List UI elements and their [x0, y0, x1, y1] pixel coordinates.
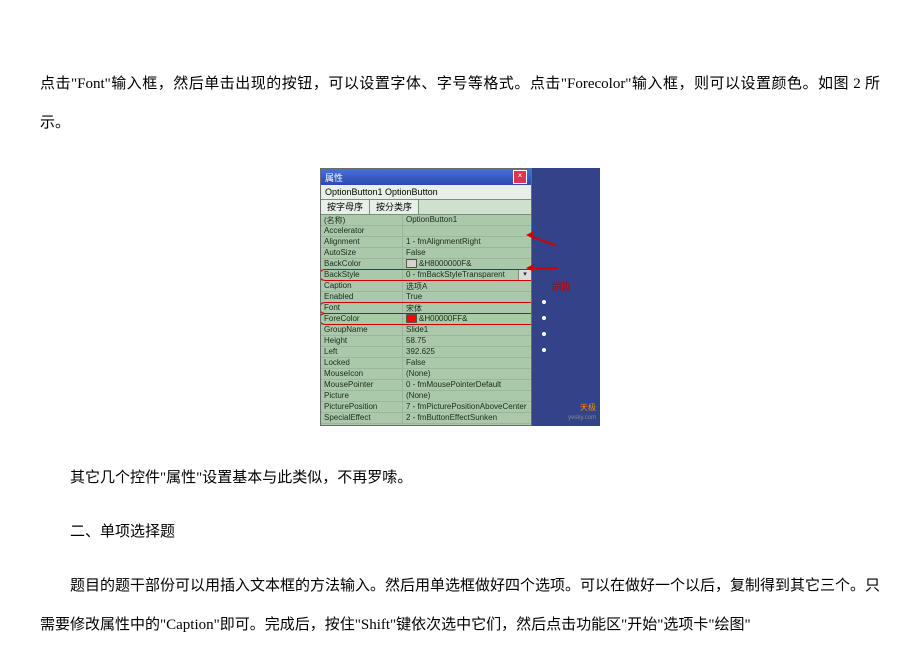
property-row[interactable]: ForeColor&H00000FF& [321, 314, 531, 325]
property-value[interactable]: False [403, 248, 531, 258]
object-selector[interactable]: OptionButton1 OptionButton [321, 185, 531, 200]
slide-preview: 示例 天极 yesky.com [532, 168, 600, 426]
property-name: Font [321, 303, 403, 313]
property-row[interactable]: Picture(None) [321, 391, 531, 402]
property-value[interactable]: False [403, 358, 531, 368]
property-value[interactable]: &H8000000F& [403, 259, 531, 269]
watermark-top: 天极 [580, 403, 596, 412]
property-value[interactable]: 1 - fmAlignmentRight [403, 237, 531, 247]
property-value[interactable]: 0 - fmMousePointerDefault [403, 380, 531, 390]
property-row[interactable]: Caption选项A [321, 281, 531, 292]
property-name: (名称) [321, 215, 403, 225]
properties-window: 属性 × OptionButton1 OptionButton 按字母序 按分类… [320, 168, 532, 426]
property-name: GroupName [321, 325, 403, 335]
watermark-logo: 天极 yesky.com [568, 404, 596, 422]
property-name: Locked [321, 358, 403, 368]
property-value[interactable]: OptionButton1 [403, 215, 531, 225]
property-row[interactable]: MouseIcon(None) [321, 369, 531, 380]
property-name: AutoSize [321, 248, 403, 258]
property-value[interactable]: 宋体 [403, 303, 531, 313]
property-value[interactable]: 1 - fmTextAlignLeft [403, 424, 531, 425]
property-row[interactable]: SpecialEffect2 - fmButtonEffectSunken [321, 413, 531, 424]
properties-title: 属性 [325, 171, 343, 184]
color-swatch-icon [406, 259, 417, 268]
property-row[interactable]: LockedFalse [321, 358, 531, 369]
property-row[interactable]: Left392.625 [321, 347, 531, 358]
property-name: TextAlign [321, 424, 403, 425]
property-name: Alignment [321, 237, 403, 247]
properties-grid: (名称)OptionButton1AcceleratorAlignment1 -… [321, 215, 531, 425]
paragraph-font-forecolor: 点击"Font"输入框，然后单击出现的按钮，可以设置字体、字号等格式。点击"Fo… [40, 65, 880, 143]
property-value[interactable]: &H00000FF& [403, 314, 531, 324]
radio-handles [542, 288, 546, 364]
property-name: ForeColor [321, 314, 403, 324]
property-value[interactable]: (None) [403, 369, 531, 379]
property-row[interactable]: Height58.75 [321, 336, 531, 347]
tab-alphabetic[interactable]: 按字母序 [321, 200, 370, 214]
property-row[interactable]: AutoSizeFalse [321, 248, 531, 259]
paragraph-other-ctrls: 其它几个控件"属性"设置基本与此类似，不再罗嗦。 [40, 459, 880, 498]
property-name: MousePointer [321, 380, 403, 390]
property-value[interactable]: 选项A [403, 281, 531, 291]
tab-categorized[interactable]: 按分类序 [370, 200, 419, 214]
property-row[interactable]: MousePointer0 - fmMousePointerDefault [321, 380, 531, 391]
property-row[interactable]: BackColor&H8000000F& [321, 259, 531, 270]
property-row[interactable]: PicturePosition7 - fmPicturePositionAbov… [321, 402, 531, 413]
property-value[interactable]: 392.625 [403, 347, 531, 357]
properties-titlebar[interactable]: 属性 × [321, 169, 531, 185]
figure-2: 属性 × OptionButton1 OptionButton 按字母序 按分类… [40, 158, 880, 444]
property-row[interactable]: GroupNameSlide1 [321, 325, 531, 336]
property-row[interactable]: EnabledTrue [321, 292, 531, 303]
property-name: Height [321, 336, 403, 346]
property-value[interactable]: 7 - fmPicturePositionAboveCenter [403, 402, 531, 412]
property-row[interactable]: Accelerator [321, 226, 531, 237]
sort-tabs: 按字母序 按分类序 [321, 200, 531, 215]
property-name: Enabled [321, 292, 403, 302]
property-row[interactable]: Alignment1 - fmAlignmentRight [321, 237, 531, 248]
property-name: MouseIcon [321, 369, 403, 379]
property-value[interactable]: (None) [403, 391, 531, 401]
property-name: BackColor [321, 259, 403, 269]
heading-section-2: 二、单项选择题 [40, 513, 880, 552]
property-value[interactable]: Slide1 [403, 325, 531, 335]
property-name: PicturePosition [321, 402, 403, 412]
property-name: Accelerator [321, 226, 403, 236]
property-value[interactable]: 58.75 [403, 336, 531, 346]
property-row[interactable]: TextAlign1 - fmTextAlignLeft [321, 424, 531, 425]
property-row[interactable]: (名称)OptionButton1 [321, 215, 531, 226]
property-name: BackStyle [321, 270, 403, 280]
property-value[interactable]: 0 - fmBackStyleTransparent▾ [403, 270, 531, 280]
callout-label: 示例 [552, 280, 570, 293]
property-row[interactable]: Font宋体 [321, 303, 531, 314]
property-value[interactable] [403, 226, 531, 236]
color-swatch-icon [406, 314, 417, 323]
property-row[interactable]: BackStyle0 - fmBackStyleTransparent▾ [321, 270, 531, 281]
property-name: Caption [321, 281, 403, 291]
property-value[interactable]: 2 - fmButtonEffectSunken [403, 413, 531, 423]
watermark-bottom: yesky.com [568, 415, 596, 421]
property-name: Picture [321, 391, 403, 401]
property-name: SpecialEffect [321, 413, 403, 423]
property-value[interactable]: True [403, 292, 531, 302]
close-icon[interactable]: × [513, 170, 527, 184]
paragraph-radio-setup: 题目的题干部份可以用插入文本框的方法输入。然后用单选框做好四个选项。可以在做好一… [40, 567, 880, 645]
property-name: Left [321, 347, 403, 357]
